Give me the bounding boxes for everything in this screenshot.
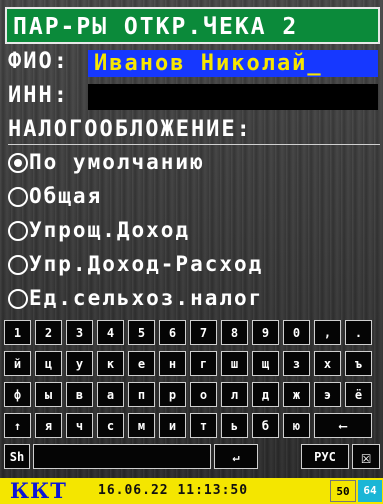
key-row1-7[interactable]: 8 bbox=[221, 320, 248, 345]
inn-label: ИНН: bbox=[8, 83, 69, 108]
key-row4-1[interactable]: я bbox=[35, 413, 62, 438]
key-row2-9[interactable]: з bbox=[283, 351, 310, 376]
key-row3-7[interactable]: л bbox=[221, 382, 248, 407]
status-badge: 50 bbox=[330, 480, 356, 502]
enter-key[interactable]: ↵ bbox=[214, 444, 258, 469]
option-label: Упрощ.Доход bbox=[29, 218, 191, 242]
inn-field[interactable] bbox=[88, 84, 378, 110]
radio-empty-icon bbox=[8, 187, 28, 207]
taxation-option-simplified-income-expense[interactable]: Упр.Доход-Расход bbox=[8, 247, 263, 281]
key-row1-0[interactable]: 1 bbox=[4, 320, 31, 345]
key-row2-8[interactable]: щ bbox=[252, 351, 279, 376]
space-key[interactable] bbox=[33, 444, 211, 469]
key-row3-10[interactable]: э bbox=[314, 382, 341, 407]
language-key[interactable]: РУС bbox=[301, 444, 349, 469]
datetime: 16.06.22 11:13:50 bbox=[98, 483, 249, 498]
key-row4-0[interactable]: ↑ bbox=[4, 413, 31, 438]
key-row2-1[interactable]: ц bbox=[35, 351, 62, 376]
fio-field[interactable]: Иванов Николай_ bbox=[88, 50, 378, 77]
key-row4-7[interactable]: ь bbox=[221, 413, 248, 438]
key-row2-11[interactable]: ъ bbox=[345, 351, 372, 376]
key-row3-11[interactable]: ё bbox=[345, 382, 372, 407]
key-row1-2[interactable]: 3 bbox=[66, 320, 93, 345]
key-row3-9[interactable]: ж bbox=[283, 382, 310, 407]
radio-empty-icon bbox=[8, 221, 28, 241]
option-label: По умолчанию bbox=[29, 150, 205, 174]
taxation-options: По умолчанию Общая Упрощ.Доход Упр.Доход… bbox=[8, 145, 263, 315]
key-row2-7[interactable]: ш bbox=[221, 351, 248, 376]
taxation-option-default[interactable]: По умолчанию bbox=[8, 145, 263, 179]
key-row2-3[interactable]: к bbox=[97, 351, 124, 376]
shift-key[interactable]: Sh bbox=[4, 444, 30, 469]
key-row3-2[interactable]: в bbox=[66, 382, 93, 407]
radio-empty-icon bbox=[8, 289, 28, 309]
kkt-label: ККТ bbox=[10, 478, 67, 503]
key-row1-5[interactable]: 6 bbox=[159, 320, 186, 345]
key-row3-0[interactable]: ф bbox=[4, 382, 31, 407]
fio-label: ФИО: bbox=[8, 49, 69, 74]
key-row4-4[interactable]: м bbox=[128, 413, 155, 438]
taxation-option-simplified-income[interactable]: Упрощ.Доход bbox=[8, 213, 263, 247]
key-row4-8[interactable]: б bbox=[252, 413, 279, 438]
key-row2-5[interactable]: н bbox=[159, 351, 186, 376]
key-row1-10[interactable]: , bbox=[314, 320, 341, 345]
taxation-option-general[interactable]: Общая bbox=[8, 179, 263, 213]
key-row2-0[interactable]: й bbox=[4, 351, 31, 376]
key-row4-2[interactable]: ч bbox=[66, 413, 93, 438]
key-row3-8[interactable]: д bbox=[252, 382, 279, 407]
key-row2-2[interactable]: у bbox=[66, 351, 93, 376]
key-row3-4[interactable]: п bbox=[128, 382, 155, 407]
taxation-label: НАЛОГООБЛОЖЕНИЕ: bbox=[8, 117, 252, 142]
key-row1-11[interactable]: . bbox=[345, 320, 372, 345]
option-label: Упр.Доход-Расход bbox=[29, 252, 264, 276]
key-row2-6[interactable]: г bbox=[190, 351, 217, 376]
status-badge: 64 bbox=[358, 480, 382, 502]
taxation-option-agricultural-tax[interactable]: Ед.сельхоз.налог bbox=[8, 281, 263, 315]
option-label: Ед.сельхоз.налог bbox=[29, 286, 264, 310]
key-row4-6[interactable]: т bbox=[190, 413, 217, 438]
key-row1-1[interactable]: 2 bbox=[35, 320, 62, 345]
key-row4-9[interactable]: ю bbox=[283, 413, 310, 438]
key-row1-4[interactable]: 5 bbox=[128, 320, 155, 345]
key-row3-3[interactable]: а bbox=[97, 382, 124, 407]
key-row3-1[interactable]: ы bbox=[35, 382, 62, 407]
key-row3-6[interactable]: о bbox=[190, 382, 217, 407]
key-row1-9[interactable]: 0 bbox=[283, 320, 310, 345]
radio-selected-icon bbox=[8, 153, 28, 173]
key-row1-3[interactable]: 4 bbox=[97, 320, 124, 345]
key-row4-10[interactable]: ⟵ bbox=[314, 413, 372, 438]
key-row2-10[interactable]: х bbox=[314, 351, 341, 376]
key-row3-5[interactable]: р bbox=[159, 382, 186, 407]
key-row4-5[interactable]: и bbox=[159, 413, 186, 438]
radio-empty-icon bbox=[8, 255, 28, 275]
option-label: Общая bbox=[29, 184, 103, 208]
status-bar: ККТ 16.06.22 11:13:50 50 64 bbox=[0, 478, 383, 504]
onscreen-keyboard: 1234567890,. йцукенгшщзхъ фывапролджэё ↑… bbox=[0, 318, 383, 476]
key-row4-3[interactable]: с bbox=[97, 413, 124, 438]
key-row2-4[interactable]: е bbox=[128, 351, 155, 376]
close-keyboard-icon[interactable]: ☒ bbox=[352, 444, 380, 469]
screen-title: ПАР-РЫ ОТКР.ЧЕКА 2 bbox=[5, 7, 380, 44]
key-row1-8[interactable]: 9 bbox=[252, 320, 279, 345]
key-row1-6[interactable]: 7 bbox=[190, 320, 217, 345]
